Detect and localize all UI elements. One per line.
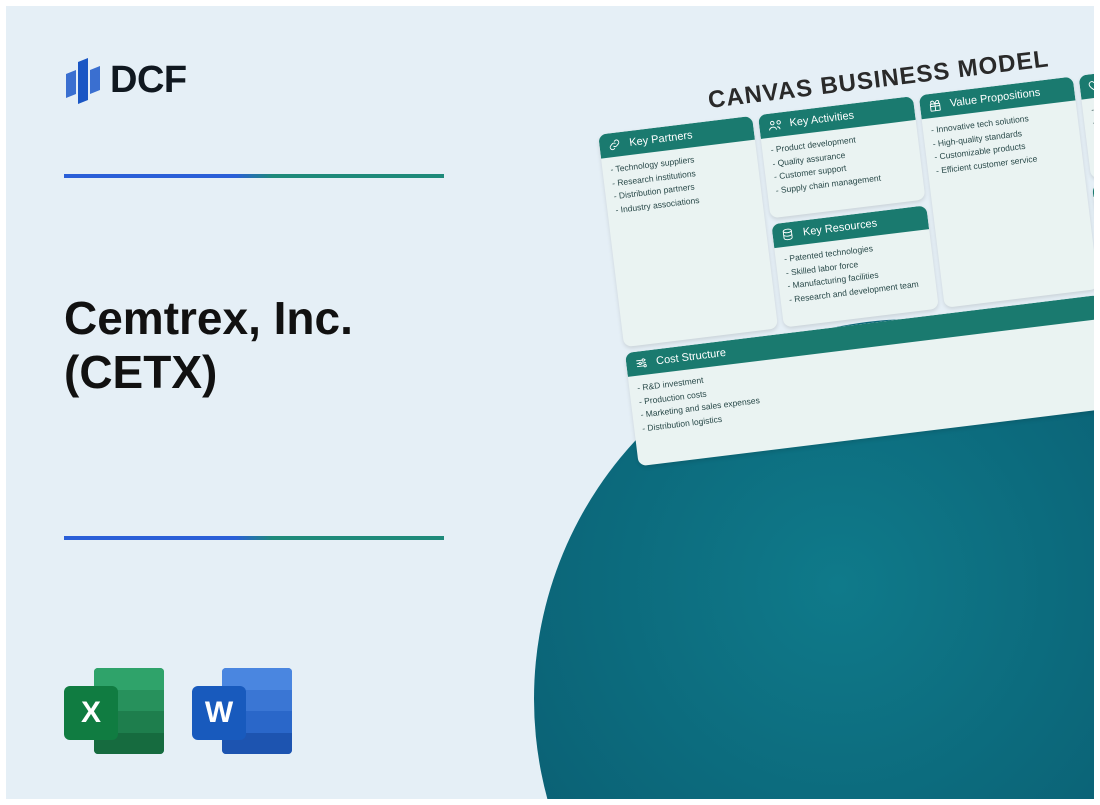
card-label: Key Resources — [802, 217, 878, 238]
logo-text: DCF — [110, 59, 187, 102]
database-icon — [780, 227, 796, 243]
card-key-partners: Key Partners Technology suppliersResearc… — [598, 116, 778, 347]
card-body: Technology suppliersResearch institution… — [601, 140, 778, 348]
card-key-activities: Key Activities Product developmentQualit… — [758, 96, 925, 218]
gift-icon — [927, 98, 943, 114]
card-label: Key Partners — [629, 129, 694, 149]
word-icon: W — [192, 664, 292, 759]
heart-icon — [1088, 78, 1094, 94]
card-label: Cost Structure — [655, 347, 726, 367]
card-key-resources: Key Resources Patented technologiesSkill… — [772, 205, 939, 327]
card-label: Value Propositions — [949, 87, 1041, 110]
canvas-document: CANVAS BUSINESS MODEL Key Partners Techn… — [594, 32, 1094, 467]
list-item: Personaliz — [1091, 96, 1094, 117]
sliders-icon — [634, 355, 650, 371]
card-body: Innovative tech solutionsHigh-quality st… — [922, 100, 1094, 308]
canvas-grid: Key Partners Technology suppliersResearc… — [598, 65, 1094, 466]
app-icons-row: X W — [64, 664, 292, 759]
excel-badge: X — [64, 686, 118, 740]
card-label: Key Activities — [789, 109, 855, 129]
logo-bars-icon — [66, 54, 100, 106]
document-frame: DCF Cemtrex, Inc. (CETX) X W CANVAS BUSI… — [6, 6, 1094, 799]
card-value-propositions: Value Propositions Innovative tech solut… — [919, 76, 1094, 307]
page-title-text: Cemtrex, Inc. (CETX) — [64, 292, 353, 398]
link-icon — [607, 137, 623, 153]
word-badge: W — [192, 686, 246, 740]
excel-icon: X — [64, 664, 164, 759]
page-title: Cemtrex, Inc. (CETX) — [64, 291, 353, 400]
people-icon — [767, 117, 783, 133]
dcf-logo: DCF — [66, 54, 187, 106]
divider-bottom — [64, 536, 444, 540]
card-body: PersonalizCustomerLoyalty pDedica — [1082, 89, 1094, 166]
divider-top — [64, 174, 444, 178]
